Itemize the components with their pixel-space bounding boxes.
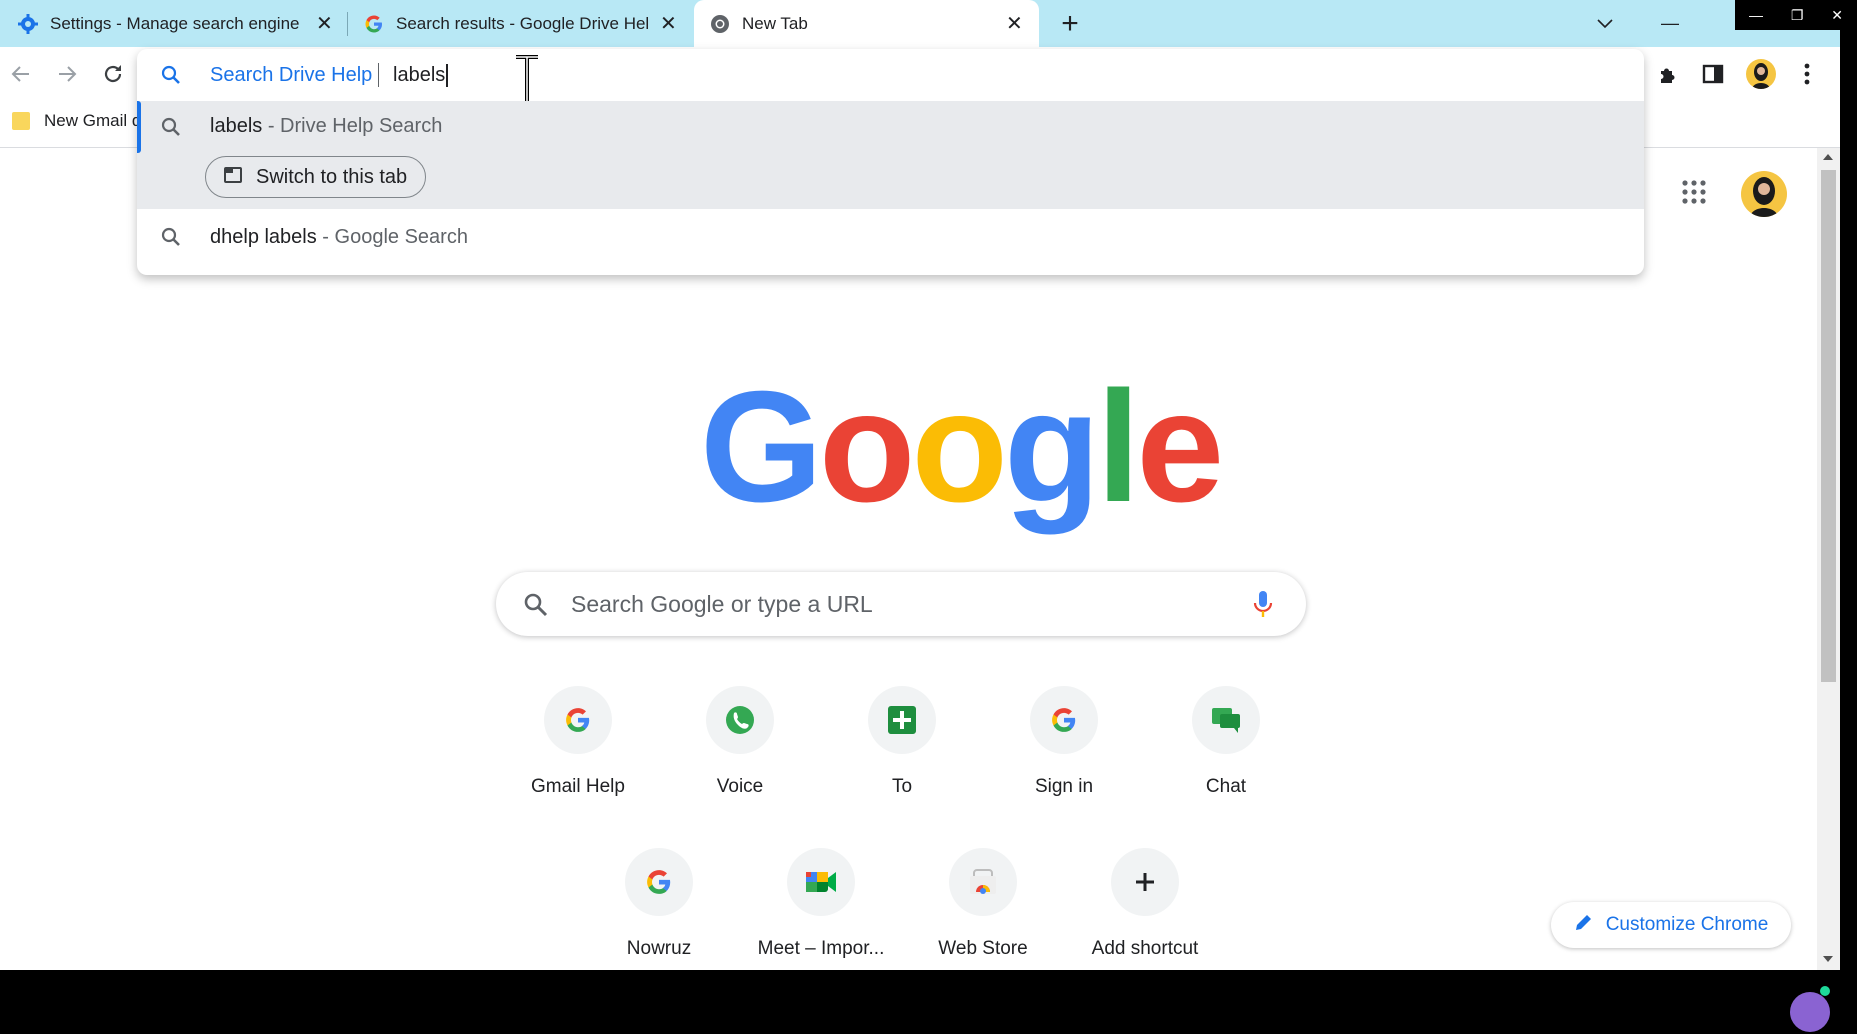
tab-strip: Settings - Manage search engine ✕ Search… <box>0 0 1857 47</box>
scroll-down-arrow-icon[interactable] <box>1823 956 1833 962</box>
suggestion-text: dhelp labels - Google Search <box>210 225 468 248</box>
switch-to-tab-label: Switch to this tab <box>256 165 408 188</box>
search-placeholder: Search Google or type a URL <box>571 590 873 617</box>
video-controls-bar <box>0 970 1857 1034</box>
switch-to-tab-button[interactable]: Switch to this tab <box>205 156 427 198</box>
shortcut-tile[interactable]: Nowruz <box>579 848 739 960</box>
microphone-icon[interactable] <box>1253 590 1273 623</box>
google-logo: Google <box>700 359 1224 535</box>
shortcut-tile[interactable]: Gmail Help <box>498 686 658 798</box>
tab-title: Settings - Manage search engine <box>50 13 300 33</box>
close-icon[interactable]: ✕ <box>660 11 677 36</box>
selection-indicator <box>137 101 141 153</box>
menu-kebab-icon[interactable] <box>1794 61 1820 87</box>
shortcut-label: Gmail Help <box>531 776 625 797</box>
suggestion-text: labels - Drive Help Search <box>210 115 443 137</box>
shortcut-label: Chat <box>1205 776 1247 797</box>
google-g-icon <box>364 14 384 34</box>
keyword-separator <box>378 63 379 87</box>
search-icon <box>161 65 181 91</box>
add-shortcut-tile[interactable]: Add shortcut <box>1065 848 1225 960</box>
shortcut-tile[interactable]: Chat <box>1146 686 1306 798</box>
side-panel-icon[interactable] <box>1700 61 1726 87</box>
bookmark-label: New Gmail d <box>44 111 142 130</box>
chat-icon <box>1192 686 1260 754</box>
omnibox-dropdown: Search Drive Help labels labels - Drive … <box>137 49 1644 275</box>
customize-chrome-button[interactable]: Customize Chrome <box>1551 902 1791 948</box>
page-scrollbar[interactable] <box>1817 148 1840 970</box>
search-icon <box>161 227 181 253</box>
back-button[interactable] <box>8 61 34 87</box>
shortcut-tile[interactable]: Voice <box>660 686 820 798</box>
search-icon <box>161 117 181 142</box>
apps-grid-icon[interactable] <box>1682 180 1706 209</box>
pencil-icon <box>1574 912 1594 938</box>
search-keyword-chip: Search Drive Help <box>210 63 373 86</box>
chrome-icon <box>710 14 730 34</box>
tab-search-results[interactable]: Search results - Google Drive Hel ✕ <box>364 0 684 47</box>
status-dot <box>1820 986 1830 996</box>
customize-label: Customize Chrome <box>1605 914 1769 935</box>
minimize-icon[interactable]: — <box>1749 7 1763 23</box>
plus-icon <box>1111 848 1179 916</box>
gear-icon <box>18 13 38 34</box>
tab-new-tab[interactable]: New Tab ✕ <box>694 0 1039 47</box>
search-box[interactable]: Search Google or type a URL <box>496 572 1306 636</box>
sheets-plus-icon <box>868 686 936 754</box>
shortcut-label: To <box>891 776 913 797</box>
suggestion-row[interactable]: labels - Drive Help Search Switch to thi… <box>137 101 1644 209</box>
tab-settings[interactable]: Settings - Manage search engine ✕ <box>18 0 340 47</box>
tab-search-chevron-icon[interactable] <box>1590 0 1620 47</box>
omnibox-input[interactable]: Search Drive Help labels <box>137 49 1644 111</box>
close-icon[interactable]: ✕ <box>316 11 333 36</box>
google-g-icon <box>625 848 693 916</box>
shortcut-label: Meet – Impor... <box>757 938 885 959</box>
shortcut-tile[interactable]: Sign in <box>984 686 1144 798</box>
window-controls: — ❐ ✕ <box>1735 0 1857 30</box>
bookmark-folder[interactable]: New Gmail d <box>12 111 141 131</box>
extensions-icon[interactable] <box>1655 61 1681 87</box>
suggestion-row[interactable]: dhelp labels - Google Search <box>137 209 1644 265</box>
tab-switch-icon <box>224 166 242 189</box>
scroll-thumb[interactable] <box>1821 170 1836 682</box>
tab-title: New Tab <box>742 13 808 33</box>
close-icon[interactable]: ✕ <box>1006 11 1023 36</box>
reload-button[interactable] <box>100 61 126 87</box>
screen-edge <box>1840 30 1857 970</box>
shortcut-label: Web Store <box>938 938 1028 959</box>
shortcut-label: Sign in <box>1034 776 1094 797</box>
webstore-icon <box>949 848 1017 916</box>
close-window-icon[interactable]: ✕ <box>1831 7 1843 24</box>
google-g-icon <box>544 686 612 754</box>
search-icon <box>524 593 548 622</box>
meet-icon <box>787 848 855 916</box>
shortcut-tile[interactable]: Web Store <box>903 848 1063 960</box>
voice-icon <box>706 686 774 754</box>
shortcut-label: Voice <box>716 776 764 797</box>
tab-separator <box>347 12 348 36</box>
account-avatar[interactable] <box>1741 171 1787 217</box>
scroll-up-arrow-icon[interactable] <box>1823 154 1833 160</box>
tab-title: Search results - Google Drive Hel <box>396 13 650 33</box>
omnibox-query: labels <box>393 63 449 87</box>
folder-icon <box>12 112 30 130</box>
minimize-button[interactable]: — <box>1655 0 1685 47</box>
restore-icon[interactable]: ❐ <box>1791 7 1804 24</box>
shortcut-tile[interactable]: To <box>822 686 982 798</box>
new-tab-button[interactable]: + <box>1055 0 1085 47</box>
forward-button[interactable] <box>54 61 80 87</box>
profile-avatar[interactable] <box>1746 59 1776 89</box>
shortcut-label: Add shortcut <box>1091 938 1199 959</box>
shortcut-label: Nowruz <box>626 938 692 959</box>
google-g-icon <box>1030 686 1098 754</box>
user-bubble[interactable] <box>1790 992 1830 1032</box>
shortcut-tile[interactable]: Meet – Impor... <box>741 848 901 960</box>
